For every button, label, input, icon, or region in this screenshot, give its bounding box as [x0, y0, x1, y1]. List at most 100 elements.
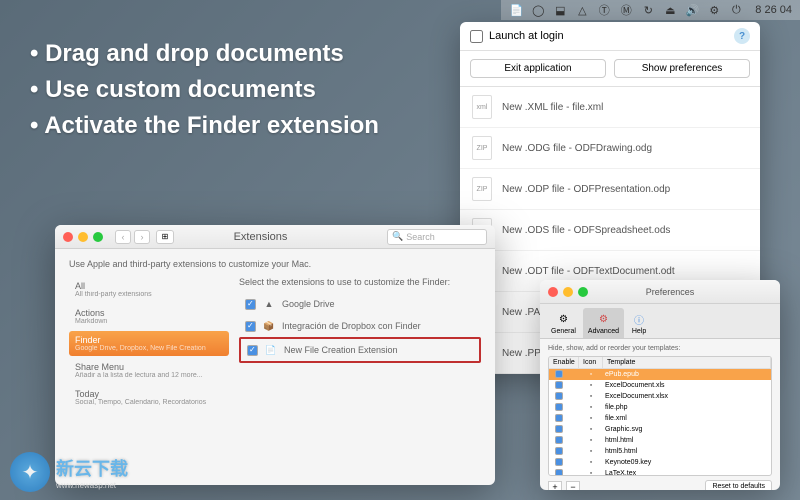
- select-label: Select the extensions to use to customiz…: [239, 277, 481, 287]
- file-icon: ▫: [579, 393, 603, 400]
- checkbox[interactable]: [247, 345, 258, 356]
- sidebar-item-today[interactable]: TodaySocial, Tiempo, Calendario, Recorda…: [69, 385, 229, 410]
- file-icon: ▫: [579, 415, 603, 422]
- checkbox[interactable]: [555, 447, 563, 455]
- reset-button[interactable]: Reset to defaults: [705, 480, 772, 490]
- remove-button[interactable]: −: [566, 481, 580, 491]
- checkbox[interactable]: [555, 436, 563, 444]
- file-icon: xml: [472, 95, 492, 119]
- checkbox[interactable]: [555, 425, 563, 433]
- checkbox[interactable]: [555, 381, 563, 389]
- sync-icon[interactable]: ↻: [641, 3, 655, 17]
- titlebar: Preferences: [540, 280, 780, 304]
- pref-tabs: ⚙General ⚙Advanced ⓘHelp: [540, 304, 780, 339]
- table-row[interactable]: ▫file.xml: [549, 413, 771, 424]
- general-icon: ⚙: [555, 311, 571, 327]
- file-icon: ▫: [579, 437, 603, 444]
- zoom-icon[interactable]: [93, 232, 103, 242]
- table-row[interactable]: ▫Keynote09.key: [549, 457, 771, 468]
- extensions-sidebar: AllAll third-party extensions ActionsMar…: [69, 277, 229, 412]
- exit-application-button[interactable]: Exit application: [470, 59, 606, 78]
- extensions-main: Select the extensions to use to customiz…: [239, 277, 481, 412]
- tab-help[interactable]: ⓘHelp: [626, 308, 652, 338]
- list-item[interactable]: ZIPNew .ODG file - ODFDrawing.odg: [460, 128, 760, 169]
- table-row[interactable]: ▫file.php: [549, 402, 771, 413]
- checkbox[interactable]: [555, 458, 563, 466]
- sidebar-item-share[interactable]: Share MenuAñadir a la lista de lectura a…: [69, 358, 229, 383]
- doc-icon[interactable]: 📄: [509, 3, 523, 17]
- file-icon: ▫: [579, 371, 603, 378]
- extensions-window: ‹ › ⊞ Extensions 🔍 Search Use Apple and …: [55, 225, 495, 485]
- circle-icon[interactable]: ◯: [531, 3, 545, 17]
- window-title: Preferences: [568, 287, 772, 297]
- close-icon[interactable]: [548, 287, 558, 297]
- templates-table: EnableIconTemplate ▫ePub.epub▫ExcelDocum…: [548, 356, 772, 476]
- file-icon: ZIP: [472, 177, 492, 201]
- checkbox[interactable]: [245, 321, 256, 332]
- list-item[interactable]: ZIPNew .ODP file - ODFPresentation.odp: [460, 169, 760, 210]
- m-icon[interactable]: Ⓜ: [619, 3, 633, 17]
- gear-icon[interactable]: ⚙: [707, 3, 721, 17]
- power-icon[interactable]: ⏻: [729, 3, 743, 17]
- table-row[interactable]: ▫ePub.epub: [549, 369, 771, 380]
- file-icon: ▫: [579, 404, 603, 411]
- sidebar-item-finder[interactable]: FinderGoogle Drive, Dropbox, New File Cr…: [69, 331, 229, 356]
- app-icon[interactable]: Ⓣ: [597, 3, 611, 17]
- feature-item: Drag and drop documents: [30, 40, 379, 68]
- volume-icon[interactable]: 🔊: [685, 3, 699, 17]
- titlebar: ‹ › ⊞ Extensions 🔍 Search: [55, 225, 495, 249]
- eject-icon[interactable]: ⏏: [663, 3, 677, 17]
- launch-at-login-checkbox[interactable]: [470, 30, 483, 43]
- extension-row-highlighted[interactable]: 📄New File Creation Extension: [239, 337, 481, 363]
- app-icon: ▲: [262, 297, 276, 311]
- app-icon: 📦: [262, 319, 276, 333]
- table-row[interactable]: ▫Graphic.svg: [549, 424, 771, 435]
- checkbox[interactable]: [555, 370, 563, 378]
- file-icon: ▫: [579, 382, 603, 389]
- file-icon: ▫: [579, 459, 603, 466]
- show-preferences-button[interactable]: Show preferences: [614, 59, 750, 78]
- dropdown-header: Launch at login ?: [460, 22, 760, 51]
- watermark-logo: ✦: [10, 452, 50, 492]
- dropdown-buttons: Exit application Show preferences: [460, 51, 760, 87]
- table-header: EnableIconTemplate: [549, 357, 771, 369]
- extensions-description: Use Apple and third-party extensions to …: [69, 259, 481, 269]
- feature-item: Activate the Finder extension: [30, 112, 379, 140]
- back-button[interactable]: ‹: [115, 230, 131, 244]
- sidebar-item-actions[interactable]: ActionsMarkdown: [69, 304, 229, 329]
- checkbox[interactable]: [245, 299, 256, 310]
- watermark: ✦ 新云下载 www.newasp.net: [10, 452, 128, 492]
- file-icon: ▫: [579, 448, 603, 455]
- extension-row[interactable]: ▲Google Drive: [239, 293, 481, 315]
- add-button[interactable]: +: [548, 481, 562, 491]
- window-title: Extensions: [134, 231, 387, 243]
- table-row[interactable]: ▫LaTeX.tex: [549, 468, 771, 476]
- table-row[interactable]: ▫ExcelDocument.xls: [549, 380, 771, 391]
- close-icon[interactable]: [63, 232, 73, 242]
- feature-list: Drag and drop documents Use custom docum…: [30, 40, 379, 148]
- preferences-window: Preferences ⚙General ⚙Advanced ⓘHelp Hid…: [540, 280, 780, 490]
- help-icon[interactable]: ?: [734, 28, 750, 44]
- tab-general[interactable]: ⚙General: [546, 308, 581, 338]
- list-item[interactable]: ZIPNew .ODS file - ODFSpreadsheet.ods: [460, 210, 760, 251]
- extension-row[interactable]: 📦Integración de Dropbox con Finder: [239, 315, 481, 337]
- launch-at-login-label: Launch at login: [489, 30, 564, 42]
- file-icon: ZIP: [472, 136, 492, 160]
- checkbox[interactable]: [555, 414, 563, 422]
- menubar: 📄 ◯ ⬓ △ Ⓣ Ⓜ ↻ ⏏ 🔊 ⚙ ⏻ 8 26 04: [501, 0, 800, 20]
- tab-advanced[interactable]: ⚙Advanced: [583, 308, 624, 338]
- checkbox[interactable]: [555, 392, 563, 400]
- table-row[interactable]: ▫ExcelDocument.xlsx: [549, 391, 771, 402]
- traffic-lights: [63, 232, 103, 242]
- checkbox[interactable]: [555, 469, 563, 477]
- cloud-icon[interactable]: △: [575, 3, 589, 17]
- table-row[interactable]: ▫html5.html: [549, 446, 771, 457]
- list-item[interactable]: xmlNew .XML file - file.xml: [460, 87, 760, 128]
- table-row[interactable]: ▫html.html: [549, 435, 771, 446]
- minimize-icon[interactable]: [78, 232, 88, 242]
- search-input[interactable]: 🔍 Search: [387, 229, 487, 245]
- checkbox[interactable]: [555, 403, 563, 411]
- help-icon: ⓘ: [631, 311, 647, 327]
- sidebar-item-all[interactable]: AllAll third-party extensions: [69, 277, 229, 302]
- dropbox-icon[interactable]: ⬓: [553, 3, 567, 17]
